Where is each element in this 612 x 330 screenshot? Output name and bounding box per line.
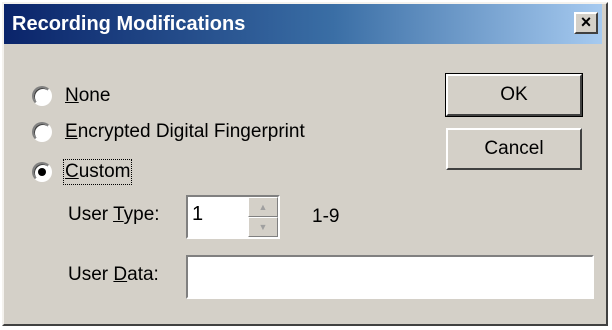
radio-button-none[interactable] — [32, 86, 52, 106]
user-type-spinner[interactable]: 1 ▲ ▼ — [186, 195, 280, 239]
user-type-range: 1-9 — [312, 206, 340, 227]
radio-option-encrypted[interactable]: Encrypted Digital Fingerprint — [32, 118, 305, 146]
radio-label-none[interactable]: None — [65, 85, 110, 107]
radio-option-none[interactable]: None — [32, 82, 110, 110]
user-type-input[interactable]: 1 — [192, 203, 203, 226]
user-data-label: User Data: — [68, 264, 159, 285]
cancel-button[interactable]: Cancel — [446, 128, 582, 170]
arrow-up-icon: ▲ — [258, 202, 268, 212]
close-button[interactable]: × — [574, 12, 598, 34]
spin-up-button[interactable]: ▲ — [248, 197, 278, 217]
radio-button-custom[interactable] — [32, 162, 52, 182]
dialog-title: Recording Modifications — [12, 13, 246, 35]
user-data-field[interactable] — [186, 255, 594, 299]
spin-down-button[interactable]: ▼ — [248, 217, 278, 237]
ok-button[interactable]: OK — [445, 73, 583, 117]
arrow-down-icon: ▼ — [258, 222, 268, 232]
radio-button-encrypted[interactable] — [32, 122, 52, 142]
close-icon: × — [580, 12, 592, 32]
radio-option-custom[interactable]: Custom — [32, 158, 133, 186]
radio-label-encrypted[interactable]: Encrypted Digital Fingerprint — [65, 121, 305, 143]
user-type-label: User Type: — [68, 204, 160, 225]
radio-label-custom[interactable]: Custom — [62, 159, 133, 185]
title-bar: Recording Modifications × — [4, 4, 602, 44]
